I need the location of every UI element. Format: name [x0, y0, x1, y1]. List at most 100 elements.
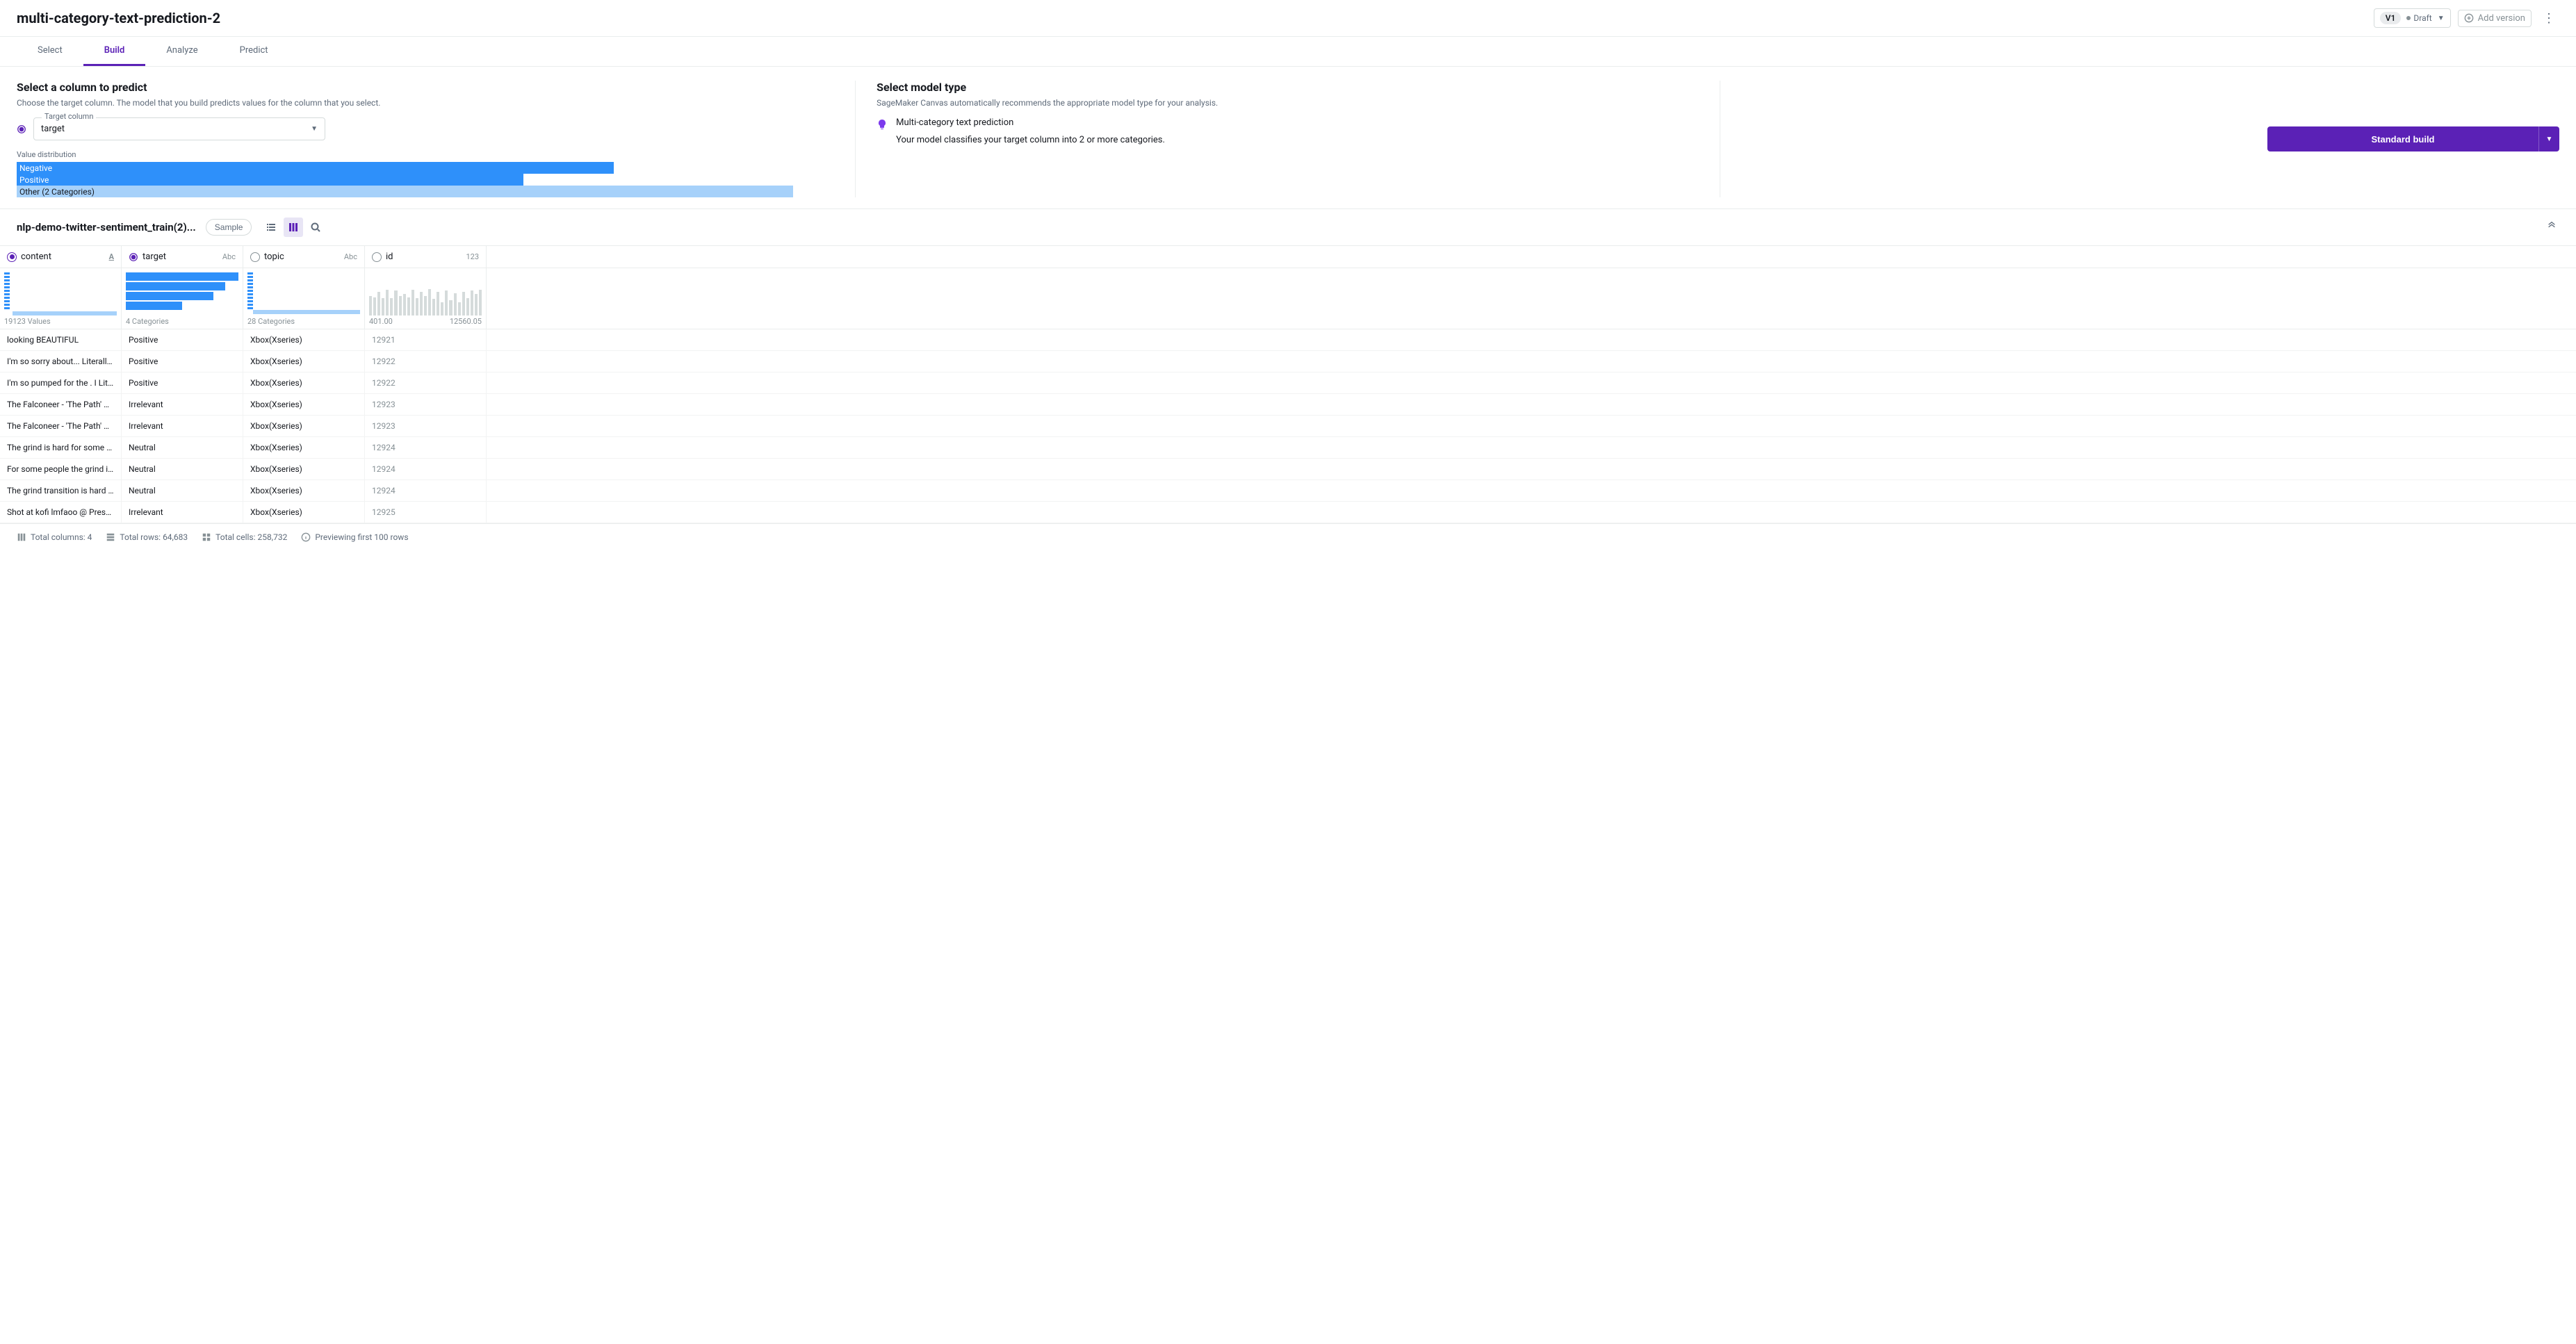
caret-down-icon: ▼: [311, 125, 318, 133]
cell-id: 12924: [365, 480, 487, 501]
table-row[interactable]: For some people the grind is eve…Neutral…: [0, 459, 2576, 480]
page-title: multi-category-text-prediction-2: [17, 10, 220, 26]
radio-icon[interactable]: [250, 252, 260, 262]
cell-topic: Xbox(Xseries): [243, 459, 365, 480]
table-row[interactable]: The grind is hard for some folks …Neutra…: [0, 437, 2576, 459]
version-selector[interactable]: V1 Draft ▼: [2374, 8, 2451, 28]
cell-target: Positive: [122, 329, 243, 350]
table-row[interactable]: looking BEAUTIFULPositiveXbox(Xseries)12…: [0, 329, 2576, 351]
version-pill: V1: [2380, 12, 2402, 24]
more-menu-button[interactable]: ⋮: [2538, 11, 2559, 26]
radio-icon[interactable]: [372, 252, 382, 262]
grid-icon: [202, 532, 211, 542]
tab-build[interactable]: Build: [83, 37, 146, 66]
build-dropdown-caret[interactable]: ▼: [2538, 126, 2559, 151]
table-row[interactable]: The Falconeer - 'The Path' Game…Irreleva…: [0, 416, 2576, 437]
model-type-name: Multi-category text prediction: [896, 117, 1165, 128]
cell-topic: Xbox(Xseries): [243, 416, 365, 436]
collapse-icon[interactable]: [2544, 218, 2559, 236]
model-type-subtitle: SageMaker Canvas automatically recommend…: [877, 98, 1699, 108]
cell-content: The grind is hard for some folks …: [0, 437, 122, 458]
column-view-icon[interactable]: [284, 218, 303, 237]
model-type-title: Select model type: [877, 81, 1699, 94]
cell-content: I'm so sorry about... Literally can…: [0, 351, 122, 372]
cell-target: Irrelevant: [122, 416, 243, 436]
tab-predict[interactable]: Predict: [219, 37, 289, 66]
radio-checked-icon[interactable]: [7, 252, 17, 262]
info-icon: [301, 532, 311, 542]
target-icon: [129, 252, 138, 262]
standard-build-button[interactable]: Standard build ▼: [2267, 126, 2559, 151]
data-rows: looking BEAUTIFULPositiveXbox(Xseries)12…: [0, 329, 2576, 523]
cell-content: Shot at kofi lmfaoo @ PressStar…: [0, 502, 122, 523]
target-column-label: Target column: [42, 112, 96, 121]
cell-target: Positive: [122, 372, 243, 393]
cell-content: For some people the grind is eve…: [0, 459, 122, 480]
cell-id: 12924: [365, 437, 487, 458]
cell-id: 12923: [365, 394, 487, 415]
sample-button[interactable]: Sample: [206, 219, 252, 236]
status-badge: Draft: [2406, 13, 2431, 23]
vd-bar-positive: Positive: [17, 174, 523, 186]
vd-bar-negative: Negative: [17, 162, 614, 174]
model-type-desc: Your model classifies your target column…: [896, 135, 1165, 145]
cell-id: 12924: [365, 459, 487, 480]
cell-id: 12925: [365, 502, 487, 523]
text-type-icon: A: [109, 252, 114, 261]
footer: Total columns: 4 Total rows: 64,683 Tota…: [0, 523, 2576, 550]
topic-distribution-chart: [247, 272, 360, 315]
cell-target: Neutral: [122, 480, 243, 501]
cell-topic: Xbox(Xseries): [243, 394, 365, 415]
cell-content: looking BEAUTIFUL: [0, 329, 122, 350]
vd-bar-other: Other (2 Categories): [17, 186, 793, 197]
cell-topic: Xbox(Xseries): [243, 329, 365, 350]
target-distribution-chart: [126, 272, 238, 315]
columns-icon: [17, 532, 26, 542]
column-header-id[interactable]: id 123: [365, 246, 487, 268]
value-distribution-label: Value distribution: [17, 150, 834, 159]
chevron-down-icon: ▼: [2438, 15, 2445, 22]
list-view-icon[interactable]: [261, 218, 281, 237]
cell-content: I'm so pumped for the . I Literall…: [0, 372, 122, 393]
tab-analyze[interactable]: Analyze: [145, 37, 218, 66]
column-headers: content A target Abc topic Abc id 123: [0, 245, 2576, 268]
cell-topic: Xbox(Xseries): [243, 372, 365, 393]
search-icon[interactable]: [306, 218, 325, 237]
table-row[interactable]: I'm so sorry about... Literally can…Posi…: [0, 351, 2576, 372]
cell-target: Irrelevant: [122, 502, 243, 523]
cell-id: 12922: [365, 372, 487, 393]
cell-target: Positive: [122, 351, 243, 372]
column-header-content[interactable]: content A: [0, 246, 122, 268]
select-column-title: Select a column to predict: [17, 81, 834, 94]
table-row[interactable]: Shot at kofi lmfaoo @ PressStar…Irreleva…: [0, 502, 2576, 523]
cell-topic: Xbox(Xseries): [243, 502, 365, 523]
cell-topic: Xbox(Xseries): [243, 351, 365, 372]
add-version-button[interactable]: Add version: [2458, 10, 2532, 27]
table-row[interactable]: I'm so pumped for the . I Literall…Posit…: [0, 372, 2576, 394]
cell-content: The grind transition is hard for s…: [0, 480, 122, 501]
table-row[interactable]: The Falconeer - 'The Path' Game…Irreleva…: [0, 394, 2576, 416]
cell-content: The Falconeer - 'The Path' Game…: [0, 394, 122, 415]
cell-id: 12921: [365, 329, 487, 350]
cell-target: Neutral: [122, 459, 243, 480]
lightbulb-icon: [877, 119, 888, 130]
column-header-target[interactable]: target Abc: [122, 246, 243, 268]
table-row[interactable]: The grind transition is hard for s…Neutr…: [0, 480, 2576, 502]
cell-id: 12922: [365, 351, 487, 372]
id-distribution-chart: [369, 272, 482, 315]
tabs: Select Build Analyze Predict: [0, 37, 2576, 67]
dataset-name: nlp-demo-twitter-sentiment_train(2)...: [17, 221, 196, 233]
content-distribution-chart: [4, 272, 117, 315]
cell-id: 12923: [365, 416, 487, 436]
select-column-subtitle: Choose the target column. The model that…: [17, 98, 834, 108]
cell-target: Neutral: [122, 437, 243, 458]
distribution-row: 19123 Values 4 Categories 28 Categories …: [0, 268, 2576, 329]
cell-content: The Falconeer - 'The Path' Game…: [0, 416, 122, 436]
tab-select[interactable]: Select: [17, 37, 83, 66]
cell-topic: Xbox(Xseries): [243, 437, 365, 458]
column-header-topic[interactable]: topic Abc: [243, 246, 365, 268]
rows-icon: [106, 532, 115, 542]
cell-target: Irrelevant: [122, 394, 243, 415]
target-icon: [17, 124, 26, 134]
plus-circle-icon: [2464, 13, 2474, 23]
